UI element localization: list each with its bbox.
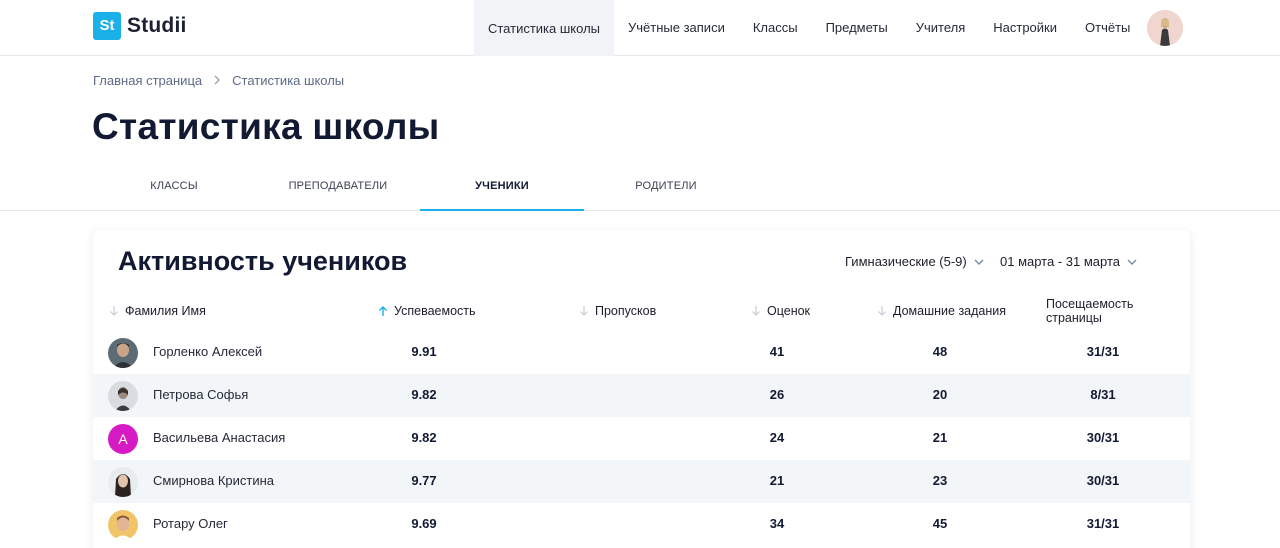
- nav-accounts[interactable]: Учётные записи: [614, 0, 739, 56]
- user-avatar[interactable]: [1147, 10, 1183, 46]
- student-name[interactable]: Васильева Анастасия: [153, 430, 285, 445]
- col-header-absences[interactable]: Пропусков: [578, 304, 656, 318]
- nav-settings[interactable]: Настройки: [979, 0, 1071, 56]
- tab-students[interactable]: Ученики: [420, 168, 584, 211]
- col-header-grades[interactable]: Оценок: [750, 304, 810, 318]
- nav-classes[interactable]: Классы: [739, 0, 812, 56]
- performance-value: 9.82: [411, 387, 437, 402]
- grades-value: 41: [769, 344, 785, 359]
- col-header-homework-label: Домашние задания: [893, 304, 1007, 318]
- logo[interactable]: St Studii: [93, 12, 187, 40]
- performance-value: 9.91: [411, 344, 437, 359]
- breadcrumb-home[interactable]: Главная страница: [93, 73, 202, 88]
- nav-teachers[interactable]: Учителя: [902, 0, 980, 56]
- student-name[interactable]: Петрова Софья: [153, 387, 248, 402]
- chevron-right-icon: [213, 74, 221, 88]
- grades-value: 21: [769, 473, 785, 488]
- student-avatar-letter: А: [108, 424, 138, 454]
- student-name[interactable]: Смирнова Кристина: [153, 473, 274, 488]
- chevron-down-icon: [974, 259, 984, 265]
- attendance-value: 31/31: [1086, 344, 1120, 359]
- col-header-grades-label: Оценок: [767, 304, 811, 318]
- attendance-value: 8/31: [1090, 387, 1116, 402]
- col-header-homework[interactable]: Домашние задания: [876, 304, 1006, 318]
- student-name[interactable]: Горленко Алексей: [153, 344, 262, 359]
- main-nav: Статистика школы Учётные записи Классы П…: [474, 0, 1144, 56]
- col-header-attendance-line2: страницы: [1046, 311, 1102, 325]
- table-row[interactable]: Петрова Софья 9.82 26 20 8/31: [93, 374, 1190, 417]
- top-header: St Studii Статистика школы Учётные запис…: [0, 0, 1280, 56]
- col-header-performance-label: Успеваемость: [394, 304, 476, 318]
- page-title: Статистика школы: [92, 106, 440, 147]
- tab-bar: Классы Преподаватели Ученики Родители: [0, 168, 1280, 211]
- attendance-value: 30/31: [1086, 473, 1120, 488]
- homework-value: 48: [932, 344, 948, 359]
- tab-classes[interactable]: Классы: [112, 168, 236, 211]
- tab-parents[interactable]: Родители: [584, 168, 748, 211]
- homework-value: 23: [932, 473, 948, 488]
- performance-value: 9.82: [411, 430, 437, 445]
- grades-value: 26: [769, 387, 785, 402]
- sort-arrow-down-icon: [110, 306, 118, 316]
- logo-badge: St: [93, 12, 121, 40]
- col-header-attendance-line1: Посещаемость: [1046, 297, 1134, 311]
- table-row[interactable]: Смирнова Кристина 9.77 21 23 30/31: [93, 460, 1190, 503]
- attendance-value: 31/31: [1086, 516, 1120, 531]
- student-avatar: [108, 510, 138, 540]
- logo-text: Studii: [127, 14, 187, 37]
- group-filter-value: Гимназические (5-9): [845, 254, 967, 269]
- homework-value: 20: [932, 387, 948, 402]
- nav-subjects[interactable]: Предметы: [812, 0, 902, 56]
- attendance-value: 30/31: [1086, 430, 1120, 445]
- performance-value: 9.69: [411, 516, 437, 531]
- student-activity-card: Активность учеников Гимназические (5-9) …: [93, 230, 1190, 548]
- col-header-absences-label: Пропусков: [595, 304, 657, 318]
- grades-value: 34: [769, 516, 785, 531]
- nav-reports[interactable]: Отчёты: [1071, 0, 1144, 56]
- table-row[interactable]: Ротару Олег 9.69 34 45 31/31: [93, 503, 1190, 546]
- sort-arrow-down-icon: [580, 306, 588, 316]
- period-filter-dropdown[interactable]: 01 марта - 31 марта: [1000, 254, 1138, 269]
- period-filter-value: 01 марта - 31 марта: [1000, 254, 1120, 269]
- breadcrumb: Главная страница Статистика школы: [93, 73, 344, 88]
- student-avatar: [108, 338, 138, 368]
- homework-value: 45: [932, 516, 948, 531]
- breadcrumb-current[interactable]: Статистика школы: [232, 73, 344, 88]
- chevron-down-icon: [1127, 259, 1137, 265]
- col-header-name-label: Фамилия Имя: [125, 304, 206, 318]
- group-filter-dropdown[interactable]: Гимназические (5-9): [845, 254, 985, 269]
- student-name[interactable]: Ротару Олег: [153, 516, 228, 531]
- performance-value: 9.77: [411, 473, 437, 488]
- sort-arrow-up-icon: [379, 306, 387, 316]
- student-avatar: [108, 467, 138, 497]
- tab-teachers[interactable]: Преподаватели: [256, 168, 420, 211]
- table-row[interactable]: Горленко Алексей 9.91 41 48 31/31: [93, 331, 1190, 374]
- table-row[interactable]: А Васильева Анастасия 9.82 24 21 30/31: [93, 417, 1190, 460]
- grades-value: 24: [769, 430, 785, 445]
- nav-school-stats[interactable]: Статистика школы: [474, 0, 614, 56]
- col-header-performance[interactable]: Успеваемость: [377, 304, 476, 318]
- homework-value: 21: [932, 430, 948, 445]
- col-header-name[interactable]: Фамилия Имя: [108, 304, 206, 318]
- sort-arrow-down-icon: [878, 306, 886, 316]
- sort-arrow-down-icon: [752, 306, 760, 316]
- col-header-attendance[interactable]: Посещаемость страницы: [1046, 297, 1133, 325]
- student-avatar: [108, 381, 138, 411]
- card-title: Активность учеников: [118, 246, 408, 276]
